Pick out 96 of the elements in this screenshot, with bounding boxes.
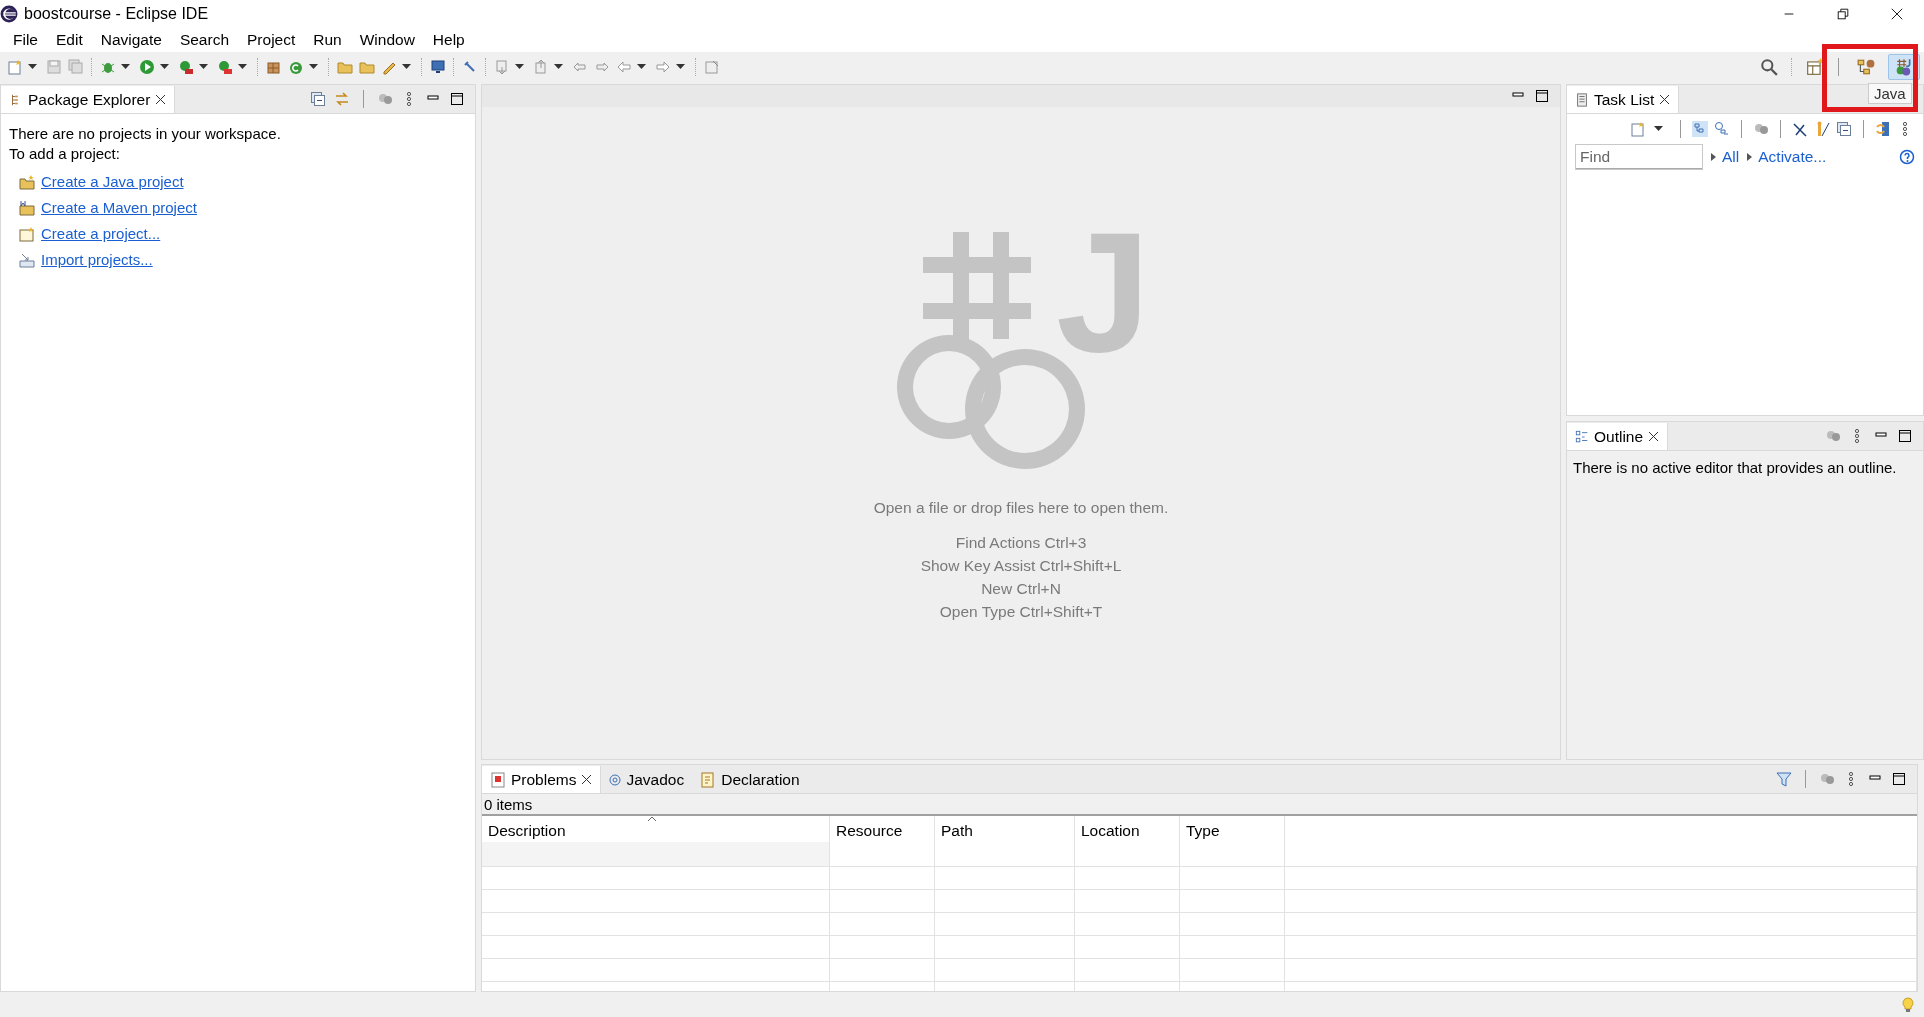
column-header[interactable]: Location <box>1075 816 1180 866</box>
task-list-icon <box>1575 92 1589 107</box>
filter-link[interactable]: All <box>1722 148 1740 166</box>
filter-icon[interactable] <box>1776 771 1792 787</box>
caret-icon[interactable] <box>309 64 318 70</box>
editor-hint: Find Actions Ctrl+3 <box>955 534 1087 552</box>
sort-icon <box>647 816 657 822</box>
categorized-icon[interactable] <box>1692 121 1708 137</box>
view-tab[interactable]: Problems <box>482 766 602 793</box>
window-title: boostcourse - Eclipse IDE <box>24 5 209 23</box>
view-tab[interactable]: Task List <box>1567 86 1680 113</box>
maven-project-icon[interactable] <box>19 200 35 216</box>
create-link[interactable]: Create a Java project <box>41 172 184 192</box>
caret-icon[interactable] <box>676 64 685 70</box>
column-header[interactable]: Path <box>935 816 1075 866</box>
tooltip: Java <box>1868 83 1912 104</box>
collapse-all-icon[interactable] <box>1836 121 1852 137</box>
caret-icon[interactable] <box>515 64 524 70</box>
caret-icon[interactable] <box>199 64 208 70</box>
view-tab[interactable]: Package Explorer <box>1 86 176 113</box>
back-icon[interactable] <box>616 59 632 75</box>
at-icon <box>609 773 622 786</box>
search-icon[interactable] <box>1760 58 1778 76</box>
monitor-icon[interactable] <box>430 59 446 75</box>
view-tab[interactable]: Outline <box>1567 423 1669 450</box>
maximize-icon[interactable] <box>1534 88 1550 104</box>
caret-icon[interactable] <box>1654 126 1663 132</box>
menu-item[interactable]: Window <box>350 31 424 49</box>
collapse-all-icon[interactable] <box>310 91 326 107</box>
editor-hint: Open a file or drop files here to open them. <box>873 499 1169 517</box>
hierarchy-icon[interactable] <box>1857 58 1875 76</box>
caret-icon[interactable] <box>160 64 169 70</box>
menu-item[interactable]: Project <box>238 31 305 49</box>
maximize-icon[interactable] <box>1897 428 1913 444</box>
close-icon[interactable] <box>1648 431 1660 442</box>
focus-icon[interactable] <box>1814 121 1830 137</box>
help-icon[interactable] <box>1899 149 1915 165</box>
caret-icon[interactable] <box>238 64 247 70</box>
menu-item[interactable]: Search <box>170 31 238 49</box>
close-icon[interactable] <box>155 94 167 105</box>
caret-icon[interactable] <box>637 64 646 70</box>
link-editor-icon[interactable] <box>334 91 350 107</box>
outline-icon <box>1575 429 1589 444</box>
repository-sync-icon[interactable] <box>1875 121 1891 137</box>
column-header[interactable]: Resource <box>830 816 935 866</box>
close-icon[interactable] <box>1659 94 1671 105</box>
hide-completed-icon[interactable] <box>1792 121 1808 137</box>
menu-item[interactable]: Help <box>423 31 474 49</box>
tip-icon[interactable] <box>1900 996 1916 1013</box>
synchronize-icon[interactable] <box>1819 771 1835 787</box>
run-tool-icon[interactable] <box>217 59 233 75</box>
editor-hint: Open Type Ctrl+Shift+T <box>939 603 1103 621</box>
caret-icon[interactable] <box>121 64 130 70</box>
create-link[interactable]: Create a Maven project <box>41 198 197 218</box>
create-link[interactable]: Create a project... <box>41 224 161 244</box>
empty-message: There are no projects in your workspace. <box>9 124 282 144</box>
maximize-icon[interactable] <box>449 91 465 107</box>
previous-annotation-icon[interactable] <box>533 59 549 75</box>
run-icon[interactable] <box>139 59 155 75</box>
synchronize-icon[interactable] <box>1753 121 1769 137</box>
maximize-icon[interactable] <box>1891 771 1907 787</box>
menu-item[interactable]: Navigate <box>91 31 171 49</box>
empty-message: To add a project: <box>9 144 121 164</box>
synchronize-icon[interactable] <box>377 91 393 107</box>
open-perspective-icon[interactable] <box>1806 58 1824 76</box>
create-link[interactable]: Import projects... <box>41 250 153 270</box>
next-annotation-icon[interactable] <box>494 59 510 75</box>
import-icon[interactable] <box>19 252 35 268</box>
column-header[interactable]: Description <box>482 816 830 866</box>
close-icon[interactable] <box>581 774 593 785</box>
class-icon[interactable] <box>288 59 304 75</box>
menu-item[interactable]: File <box>4 31 47 49</box>
synchronize-icon[interactable] <box>1825 428 1841 444</box>
caret-icon[interactable] <box>28 64 37 70</box>
coverage-icon[interactable] <box>178 59 194 75</box>
view-tab[interactable]: Declaration <box>692 766 808 793</box>
scheduled-icon[interactable] <box>1714 121 1730 137</box>
java-project-icon[interactable] <box>19 174 35 190</box>
close-window-icon[interactable] <box>1890 7 1904 21</box>
menu-item[interactable]: Edit <box>47 31 92 49</box>
caret-icon[interactable] <box>554 64 563 70</box>
editor-hint: New Ctrl+N <box>981 580 1061 598</box>
filter-link[interactable]: Activate... <box>1758 148 1827 166</box>
declaration-icon <box>700 771 717 788</box>
package-icon[interactable] <box>266 59 282 75</box>
view-tab[interactable]: Javadoc <box>601 766 693 793</box>
restore-window-icon[interactable] <box>1836 7 1850 21</box>
menu-item[interactable]: Run <box>304 31 351 49</box>
editor-hint: Show Key Assist Ctrl+Shift+L <box>920 557 1122 575</box>
column-header[interactable]: Type <box>1180 816 1285 866</box>
outline-message: There is no active editor that provides an outline. <box>1572 458 1898 478</box>
problems-icon <box>490 771 506 788</box>
caret-icon[interactable] <box>402 64 411 70</box>
java-perspective-icon[interactable] <box>1895 58 1913 76</box>
find-field[interactable]: Find <box>1575 144 1703 170</box>
forward-icon[interactable] <box>655 59 671 75</box>
